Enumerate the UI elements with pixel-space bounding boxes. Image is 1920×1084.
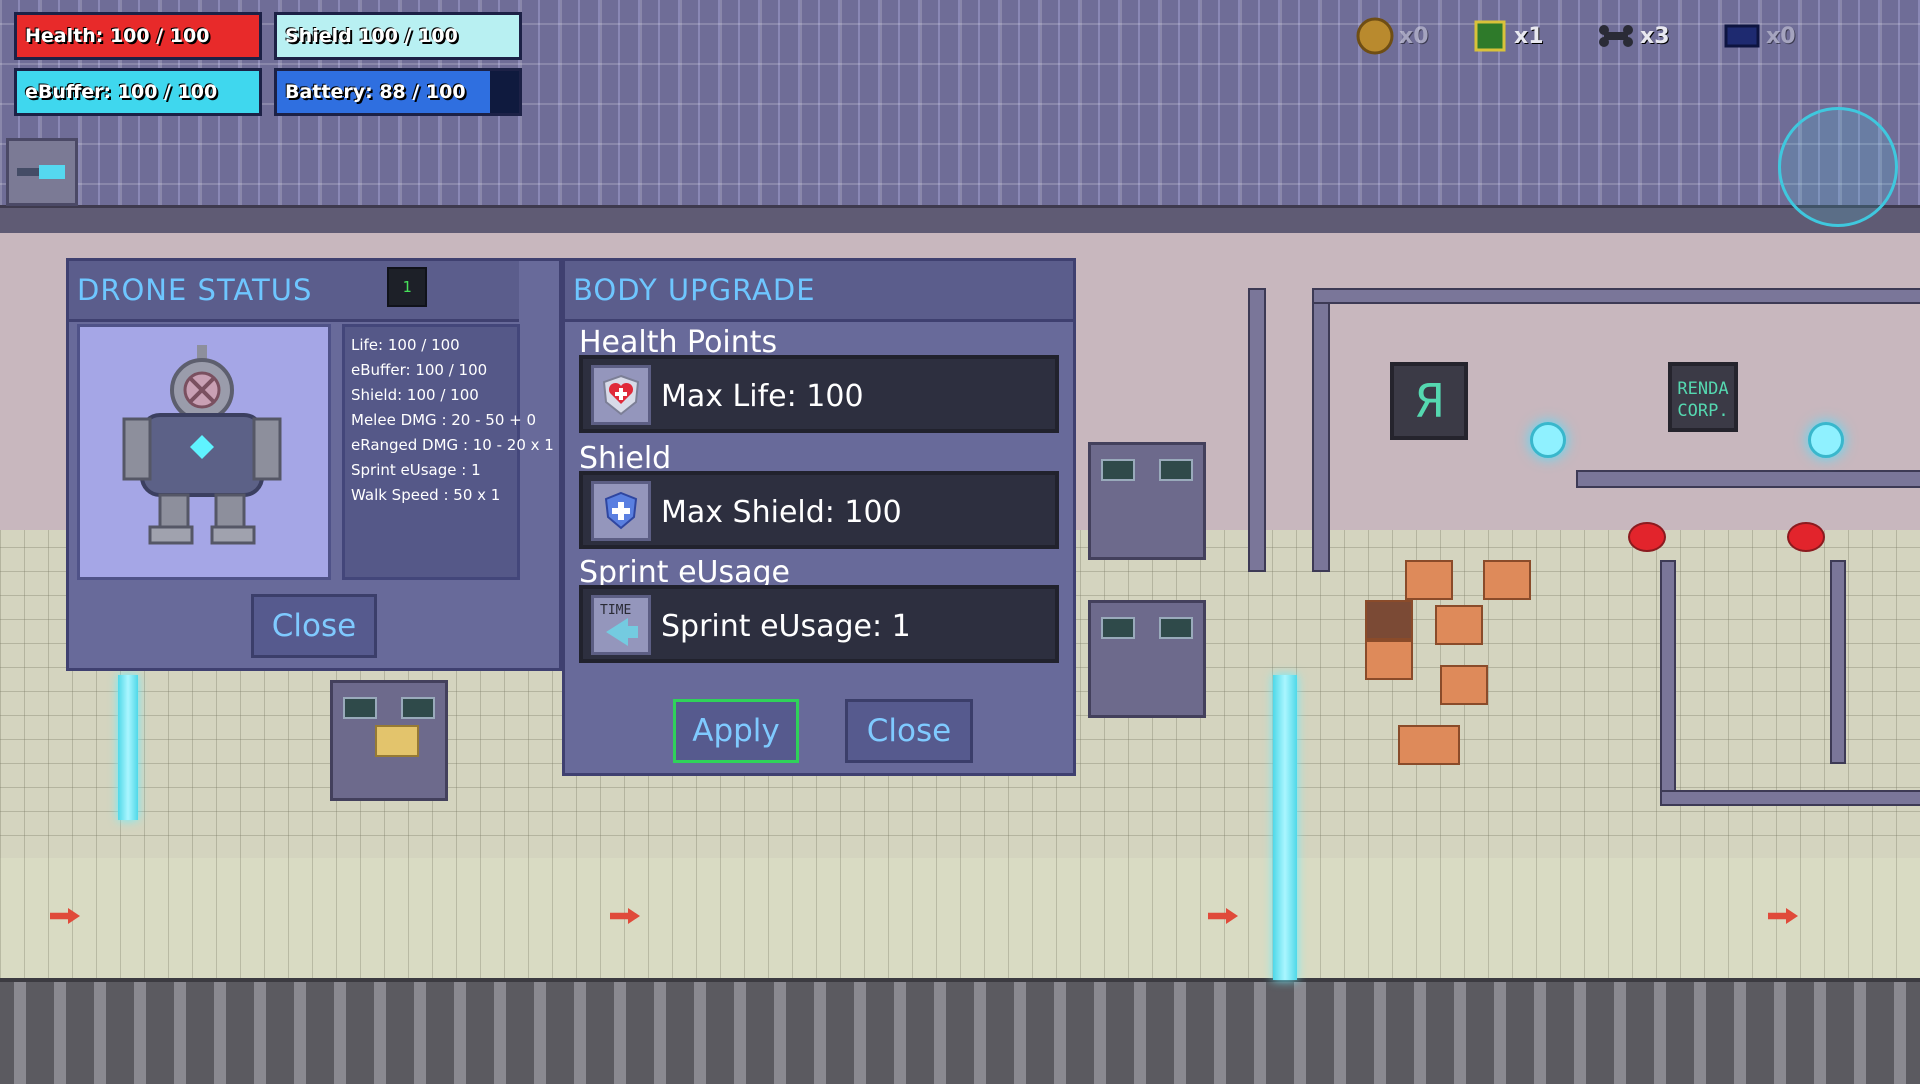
inventory-slot-coins: x0 <box>1355 14 1429 58</box>
battery-label: Battery: 88 / 100 <box>285 81 466 103</box>
drone-icon <box>17 165 65 179</box>
chip-count: x1 <box>1514 23 1544 49</box>
coin-count: x0 <box>1399 23 1429 49</box>
server-rack <box>1088 600 1206 718</box>
stat-melee-dmg: Melee DMG : 20 - 50 + 0 <box>351 411 537 429</box>
drone-status-header: DRONE STATUS 1 <box>69 261 519 322</box>
body-upgrade-close-button[interactable]: Close <box>845 699 973 763</box>
cell-count: x0 <box>1766 23 1796 49</box>
stat-eranged-dmg: eRanged DMG : 10 - 20 x 1 <box>351 436 554 454</box>
body-upgrade-panel: BODY UPGRADE Health Points Max Life: 100… <box>562 258 1076 776</box>
stat-shield: Shield: 100 / 100 <box>351 386 479 404</box>
drone-status-title: DRONE STATUS <box>77 273 313 307</box>
wall-pipe <box>1312 288 1330 572</box>
crate <box>1440 665 1488 705</box>
sprint-eusage-value: Sprint eUsage: 1 <box>661 609 911 644</box>
walkway <box>0 858 1920 978</box>
max-shield-value: Max Shield: 100 <box>661 495 902 530</box>
apply-button[interactable]: Apply <box>673 699 799 763</box>
gold-coin-icon <box>1356 17 1394 55</box>
crate <box>1365 600 1413 640</box>
crate <box>1435 605 1483 645</box>
blue-cell-icon <box>1724 24 1760 48</box>
wall-pipe <box>1248 288 1266 572</box>
server-rack <box>1088 442 1206 560</box>
renda-corp-sign: RENDA CORP. <box>1668 362 1738 432</box>
ebuffer-bar: eBuffer: 100 / 100 <box>14 68 262 116</box>
ebuffer-label: eBuffer: 100 / 100 <box>25 81 218 103</box>
drone-menu-button[interactable] <box>6 138 78 206</box>
stat-life: Life: 100 / 100 <box>351 336 460 354</box>
max-life-upgrade[interactable]: Max Life: 100 <box>579 355 1059 433</box>
shield-plus-icon <box>591 481 651 541</box>
drone-level-badge: 1 <box>387 267 427 307</box>
r-sign: Я <box>1390 362 1468 440</box>
drone-portrait <box>77 324 331 580</box>
part-count: x3 <box>1640 23 1670 49</box>
max-shield-upgrade[interactable]: Max Shield: 100 <box>579 471 1059 549</box>
bone-part-icon <box>1599 25 1633 47</box>
body-upgrade-header: BODY UPGRADE <box>565 261 1073 322</box>
max-life-value: Max Life: 100 <box>661 379 864 414</box>
body-upgrade-title: BODY UPGRADE <box>573 273 816 307</box>
crate <box>1405 560 1453 600</box>
crate <box>1483 560 1531 600</box>
battery-bar: Battery: 88 / 100 <box>274 68 522 116</box>
conveyor-floor <box>0 978 1920 1084</box>
light-orb <box>1530 422 1566 458</box>
supply-box <box>375 725 419 757</box>
crate <box>1398 725 1460 765</box>
time-icon-text: TIME <box>600 603 631 618</box>
alarm-light <box>1628 522 1666 552</box>
drone-status-panel: DRONE STATUS 1 Life: 100 / 100 eBuffer: … <box>66 258 562 671</box>
heart-shield-icon <box>591 365 651 425</box>
drone-stats-list: Life: 100 / 100 eBuffer: 100 / 100 Shiel… <box>342 324 554 580</box>
inventory-slot-cells: x0 <box>1722 14 1796 58</box>
time-icon: TIME <box>591 595 651 655</box>
floor-pipe <box>1830 560 1846 764</box>
stat-sprint-eusage: Sprint eUsage : 1 <box>351 461 481 479</box>
microchip-icon <box>1474 20 1506 52</box>
minimap[interactable] <box>1778 107 1898 227</box>
stat-ebuffer: eBuffer: 100 / 100 <box>351 361 488 379</box>
laser-beam <box>1273 675 1297 980</box>
floor-pipe <box>1660 790 1920 806</box>
wall-pipe <box>1312 288 1920 304</box>
inventory-slot-chips: x1 <box>1470 14 1544 58</box>
wall-pipe <box>1576 470 1920 488</box>
health-bar: Health: 100 / 100 <box>14 12 262 60</box>
inventory-slot-parts: x3 <box>1596 14 1670 58</box>
shield-label: Shield 100 / 100 <box>285 25 458 47</box>
drone-sprite-icon <box>122 345 282 545</box>
shield-bar: Shield 100 / 100 <box>274 12 522 60</box>
light-orb <box>1808 422 1844 458</box>
drone-status-close-button[interactable]: Close <box>251 594 377 658</box>
crate <box>1365 640 1413 680</box>
alarm-light <box>1787 522 1825 552</box>
health-label: Health: 100 / 100 <box>25 25 210 47</box>
laser-beam <box>118 675 138 820</box>
stat-walk-speed: Walk Speed : 50 x 1 <box>351 486 501 504</box>
floor-pipe <box>1660 560 1676 804</box>
sprint-eusage-upgrade[interactable]: TIME Sprint eUsage: 1 <box>579 585 1059 663</box>
